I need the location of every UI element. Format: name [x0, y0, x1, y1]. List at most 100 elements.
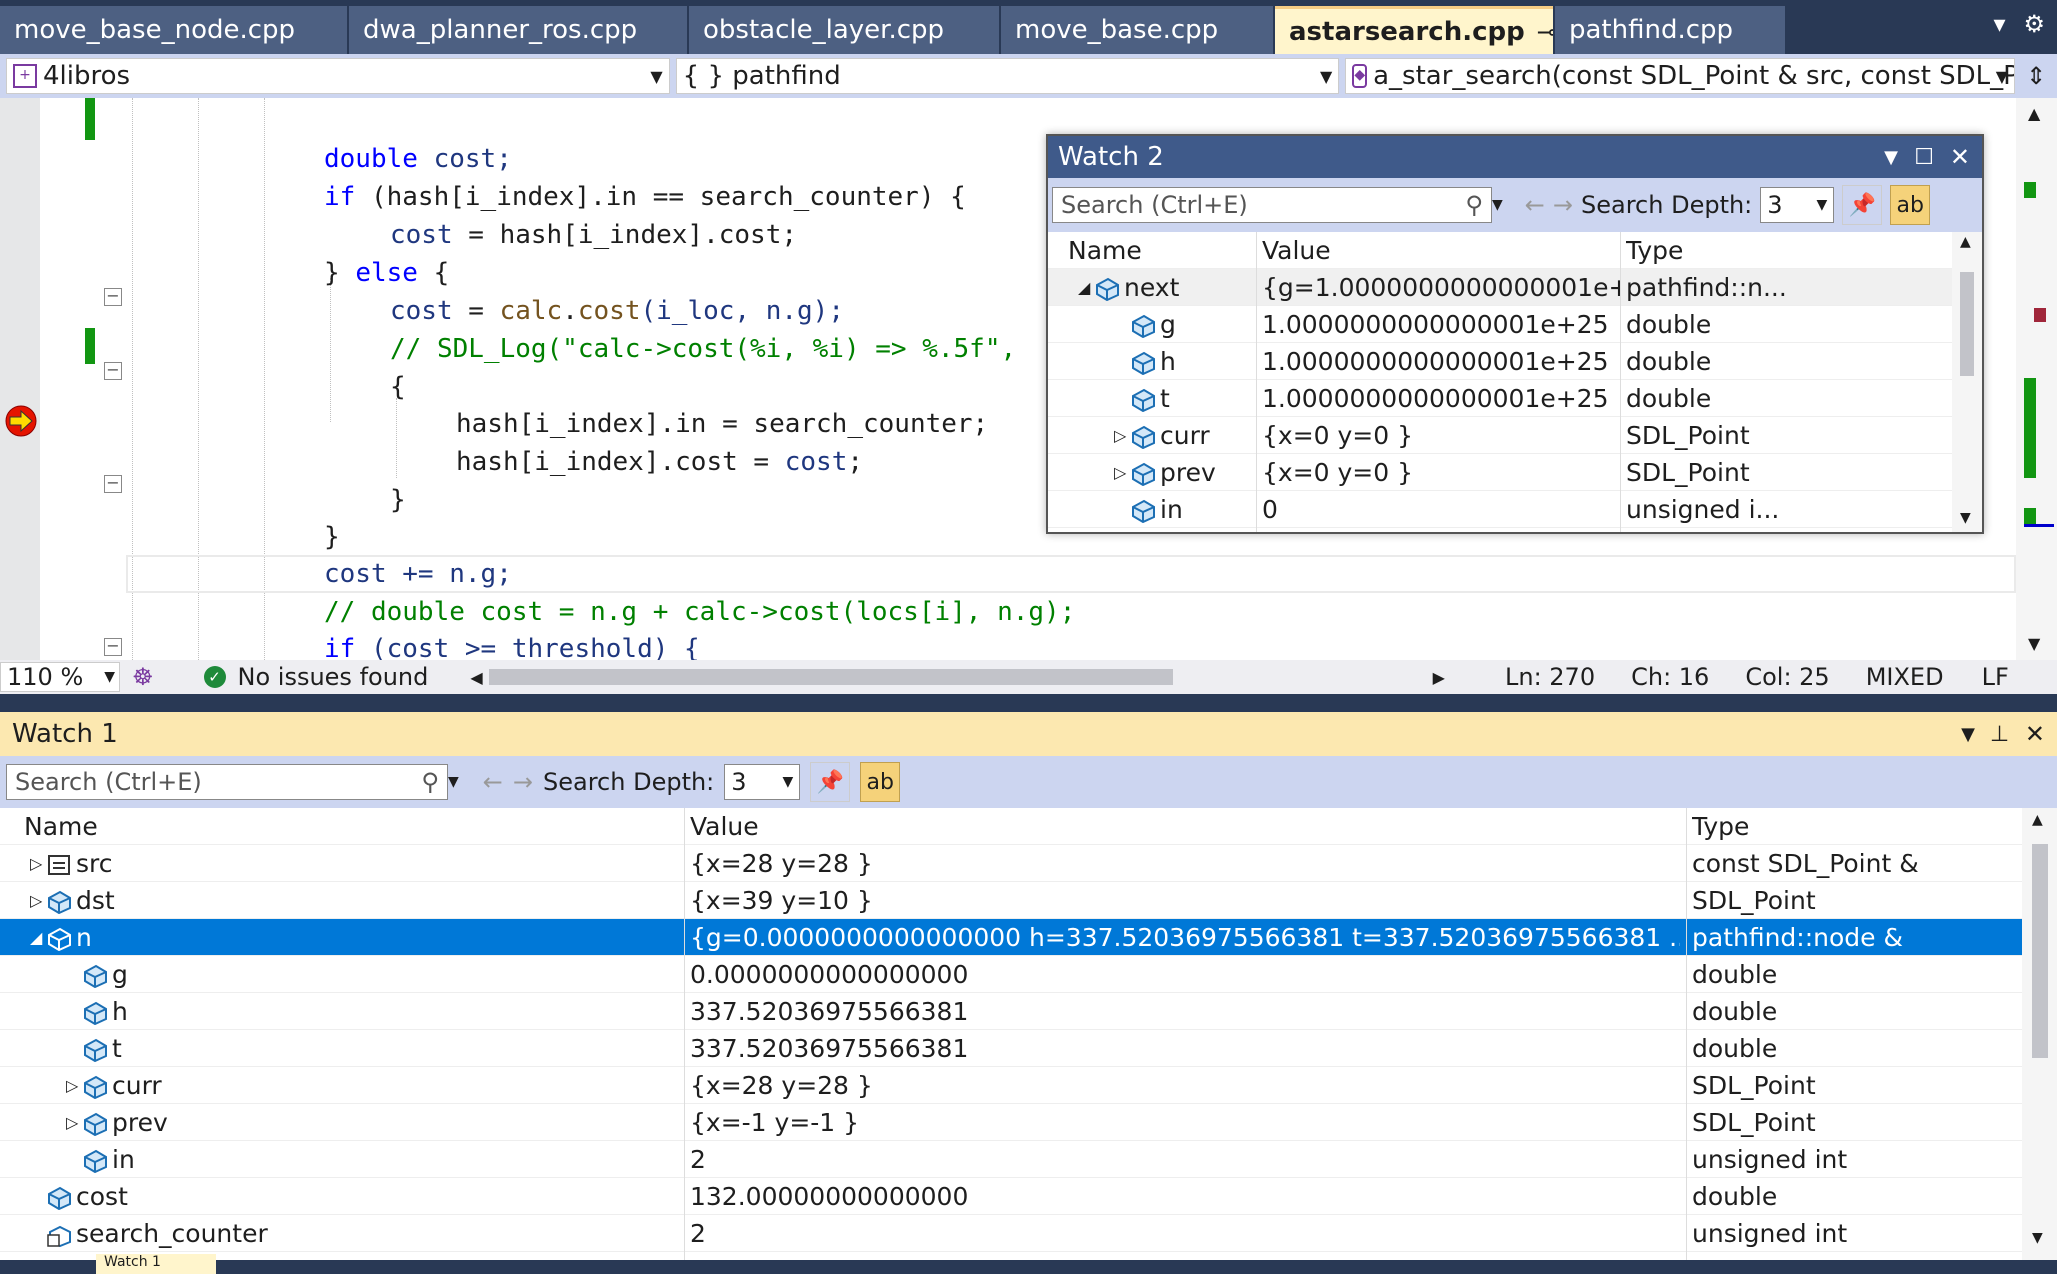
code-line[interactable]: hash[i_index].cost = cost; [456, 443, 863, 481]
code-line[interactable]: double cost; [324, 140, 512, 178]
expand-arrow-icon[interactable]: ▷ [1114, 454, 1126, 491]
code-line[interactable]: // double cost = n.g + calc->cost(locs[i… [324, 593, 1075, 631]
variable-value[interactable]: 1.0000000000000001e+25 [1262, 306, 1620, 343]
variable-value[interactable]: 0.0000000000000000 [690, 956, 1680, 993]
member-dropdown[interactable]: ◆ a_star_search(const SDL_Point & src, c… [1345, 58, 2016, 94]
variable-value[interactable]: {x=39 y=10 } [690, 882, 1680, 919]
column-divider[interactable] [1686, 808, 1687, 1260]
split-window-icon[interactable]: ⇕ [2021, 58, 2051, 94]
code-line[interactable]: cost = calc.cost(i_loc, n.g); [390, 292, 844, 330]
pin-icon[interactable]: 📌 [810, 762, 851, 802]
watch-row-n[interactable]: ◢ n {g=0.0000000000000000 h=337.5203697556… [0, 919, 2022, 956]
code-line[interactable]: cost = hash[i_index].cost; [390, 216, 797, 254]
zoom-dropdown[interactable]: 110 % ▼ [0, 662, 120, 692]
tab-dwa-planner-ros[interactable]: dwa_planner_ros.cpp [349, 6, 687, 54]
search-depth-dropdown[interactable]: 3 ▼ [724, 764, 801, 800]
watch-row-prev[interactable]: ▷ prev {x=0 y=0 } SDL_Point [1048, 454, 1952, 491]
pin-icon[interactable]: ⊥ [1990, 722, 2009, 747]
column-divider[interactable] [1620, 232, 1621, 532]
tab-move-base-node[interactable]: move_base_node.cpp [0, 6, 347, 54]
scroll-thumb[interactable] [1960, 272, 1974, 376]
vertical-scrollbar[interactable]: ▲ ▼ [2022, 808, 2057, 1260]
search-options-chevron-icon[interactable]: ▼ [1492, 197, 1503, 213]
hex-display-toggle-icon[interactable]: ab [1890, 185, 1931, 225]
scroll-down-icon[interactable]: ▼ [2028, 634, 2040, 653]
search-next-icon[interactable]: → [513, 768, 533, 796]
tab-astarsearch[interactable]: astarsearch.cpp⊸✕ [1275, 6, 1553, 54]
intellicode-icon[interactable]: ☸ [132, 663, 154, 691]
scope-dropdown[interactable]: { } pathfind ▼ [675, 58, 1340, 94]
tab-pathfind[interactable]: pathfind.cpp [1555, 6, 1785, 54]
watch-row-dst[interactable]: ▷ dst {x=39 y=10 } SDL_Point [0, 882, 2022, 919]
watch-row-h[interactable]: h 337.52036975566381 double [0, 993, 2022, 1030]
collapse-icon[interactable]: − [104, 362, 122, 380]
collapse-icon[interactable]: − [104, 638, 122, 656]
scroll-left-icon[interactable]: ◀ [470, 668, 482, 687]
variable-value[interactable]: {x=28 y=28 } [690, 845, 1680, 882]
watch-search-input[interactable]: Search (Ctrl+E) ⚲ [6, 764, 448, 800]
watch-row-cost[interactable]: cost 132.00000000000000 double [0, 1178, 2022, 1215]
variable-value[interactable]: 337.52036975566381 [690, 993, 1680, 1030]
variable-value[interactable]: {x=0 y=0 } [1262, 417, 1620, 454]
project-dropdown[interactable]: + 4libros ▼ [6, 58, 670, 94]
variable-value[interactable]: {g=0.0000000000000000 h=337.520369755663… [690, 919, 1680, 956]
code-line[interactable]: hash[i_index].in = search_counter; [456, 405, 988, 443]
watch-row-prev[interactable]: ▷ prev {x=-1 y=-1 } SDL_Point [0, 1104, 2022, 1141]
hex-display-toggle-icon[interactable]: ab [860, 762, 901, 802]
column-header-value[interactable]: Value [690, 808, 759, 845]
watch-row-curr[interactable]: ▷ curr {x=28 y=28 } SDL_Point [0, 1067, 2022, 1104]
search-icon[interactable]: ⚲ [1465, 191, 1483, 219]
close-icon[interactable]: ✕ [2025, 720, 2045, 748]
code-line[interactable]: // SDL_Log("calc->cost(%i, %i) => %.5f", [390, 330, 1016, 368]
watch-row-in[interactable]: in 2 unsigned int [0, 1141, 2022, 1178]
search-icon[interactable]: ⚲ [421, 768, 439, 796]
close-icon[interactable]: ✕ [1950, 143, 1970, 171]
chevron-down-icon[interactable]: ▼ [1884, 147, 1898, 168]
search-previous-icon[interactable]: ← [483, 768, 503, 796]
pin-icon[interactable]: 📌 [1842, 185, 1883, 225]
expand-arrow-icon[interactable]: ▷ [30, 882, 42, 919]
scroll-thumb[interactable] [2032, 844, 2048, 1058]
watch-row-in[interactable]: in 0 unsigned i... [1048, 491, 1952, 528]
watch-row-t[interactable]: t 1.0000000000000001e+25 double [1048, 380, 1952, 417]
search-depth-dropdown[interactable]: 3 ▼ [1760, 187, 1835, 223]
chevron-down-icon[interactable]: ▼ [1961, 724, 1975, 745]
watch-row-h[interactable]: h 1.0000000000000001e+25 double [1048, 343, 1952, 380]
collapse-icon[interactable]: − [104, 475, 122, 493]
variable-value[interactable]: 0 [1262, 491, 1620, 528]
code-line[interactable]: } [324, 518, 340, 556]
watch-search-input[interactable]: Search (Ctrl+E) ⚲ [1052, 187, 1492, 223]
scroll-up-icon[interactable]: ▲ [2032, 812, 2043, 828]
variable-value[interactable]: 2 [690, 1215, 1680, 1252]
variable-value[interactable]: 1.0000000000000001e+25 [1262, 380, 1620, 417]
watch-row-search-counter[interactable]: search_counter 2 unsigned int [0, 1215, 2022, 1252]
bottom-tab-watch-1[interactable]: Watch 1 [96, 1254, 216, 1274]
issues-status[interactable]: No issues found [238, 663, 429, 691]
vertical-scrollbar[interactable]: ▲ ▼ [2016, 98, 2057, 660]
scroll-up-icon[interactable]: ▲ [2028, 104, 2040, 123]
line-ending[interactable]: LF [1982, 663, 2009, 691]
scroll-down-icon[interactable]: ▼ [2032, 1230, 2043, 1246]
search-next-icon[interactable]: → [1553, 191, 1573, 219]
code-line[interactable]: cost += n.g; [324, 555, 512, 593]
code-line[interactable]: } [390, 481, 406, 519]
collapse-icon[interactable]: − [104, 288, 122, 306]
column-header-name[interactable]: Name [24, 808, 98, 845]
encoding-mode[interactable]: MIXED [1866, 663, 1944, 691]
search-options-chevron-icon[interactable]: ▼ [448, 774, 459, 790]
expand-arrow-icon[interactable]: ▷ [30, 845, 42, 882]
tab-move-base[interactable]: move_base.cpp [1001, 6, 1273, 54]
watch-row-g[interactable]: g 0.0000000000000000 double [0, 956, 2022, 993]
maximize-icon[interactable]: ☐ [1914, 145, 1934, 170]
code-line[interactable]: } else { [324, 254, 449, 292]
code-line[interactable]: { [390, 368, 406, 406]
watch-row-next[interactable]: ◢ next {g=1.0000000000000001e+25 h=1.000..… [1048, 269, 1952, 306]
expand-arrow-icon[interactable]: ▷ [66, 1104, 78, 1141]
variable-value[interactable]: 1.0000000000000001e+25 [1262, 343, 1620, 380]
tab-obstacle-layer[interactable]: obstacle_layer.cpp [689, 6, 999, 54]
variable-value[interactable]: 132.00000000000000 [690, 1178, 1680, 1215]
expand-arrow-icon[interactable]: ▷ [1114, 417, 1126, 454]
variable-value[interactable]: {x=28 y=28 } [690, 1067, 1680, 1104]
gear-icon[interactable]: ⚙ [2023, 10, 2045, 38]
column-header-value[interactable]: Value [1262, 232, 1331, 269]
